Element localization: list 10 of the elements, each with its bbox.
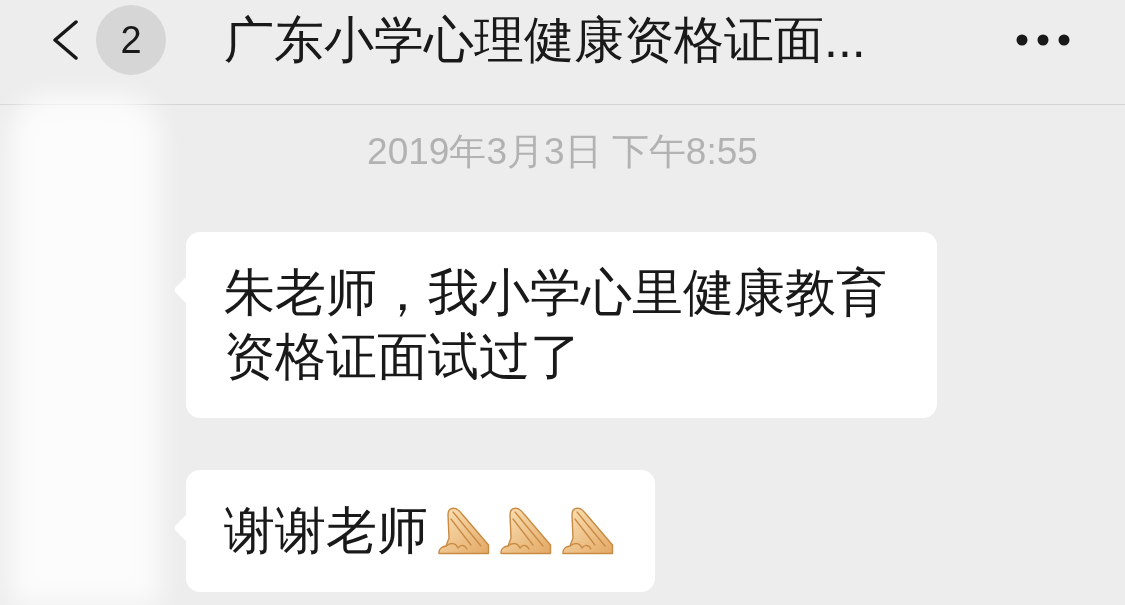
- more-dots-icon: [1016, 34, 1070, 46]
- message-timestamp: 2019年3月3日 下午8:55: [367, 130, 758, 174]
- message-text: 朱老师，我小学心里健康教育资格证面试过了: [224, 263, 888, 387]
- unread-count-badge: 2: [96, 5, 166, 75]
- praying-hands-icon: [499, 507, 552, 555]
- message-text: 谢谢老师: [224, 501, 428, 561]
- praying-hands-icon: [561, 507, 614, 555]
- chat-title: 广东小学心理健康资格证面...: [224, 11, 866, 70]
- praying-hands-icon: [437, 507, 490, 555]
- back-chevron-icon: [51, 20, 79, 60]
